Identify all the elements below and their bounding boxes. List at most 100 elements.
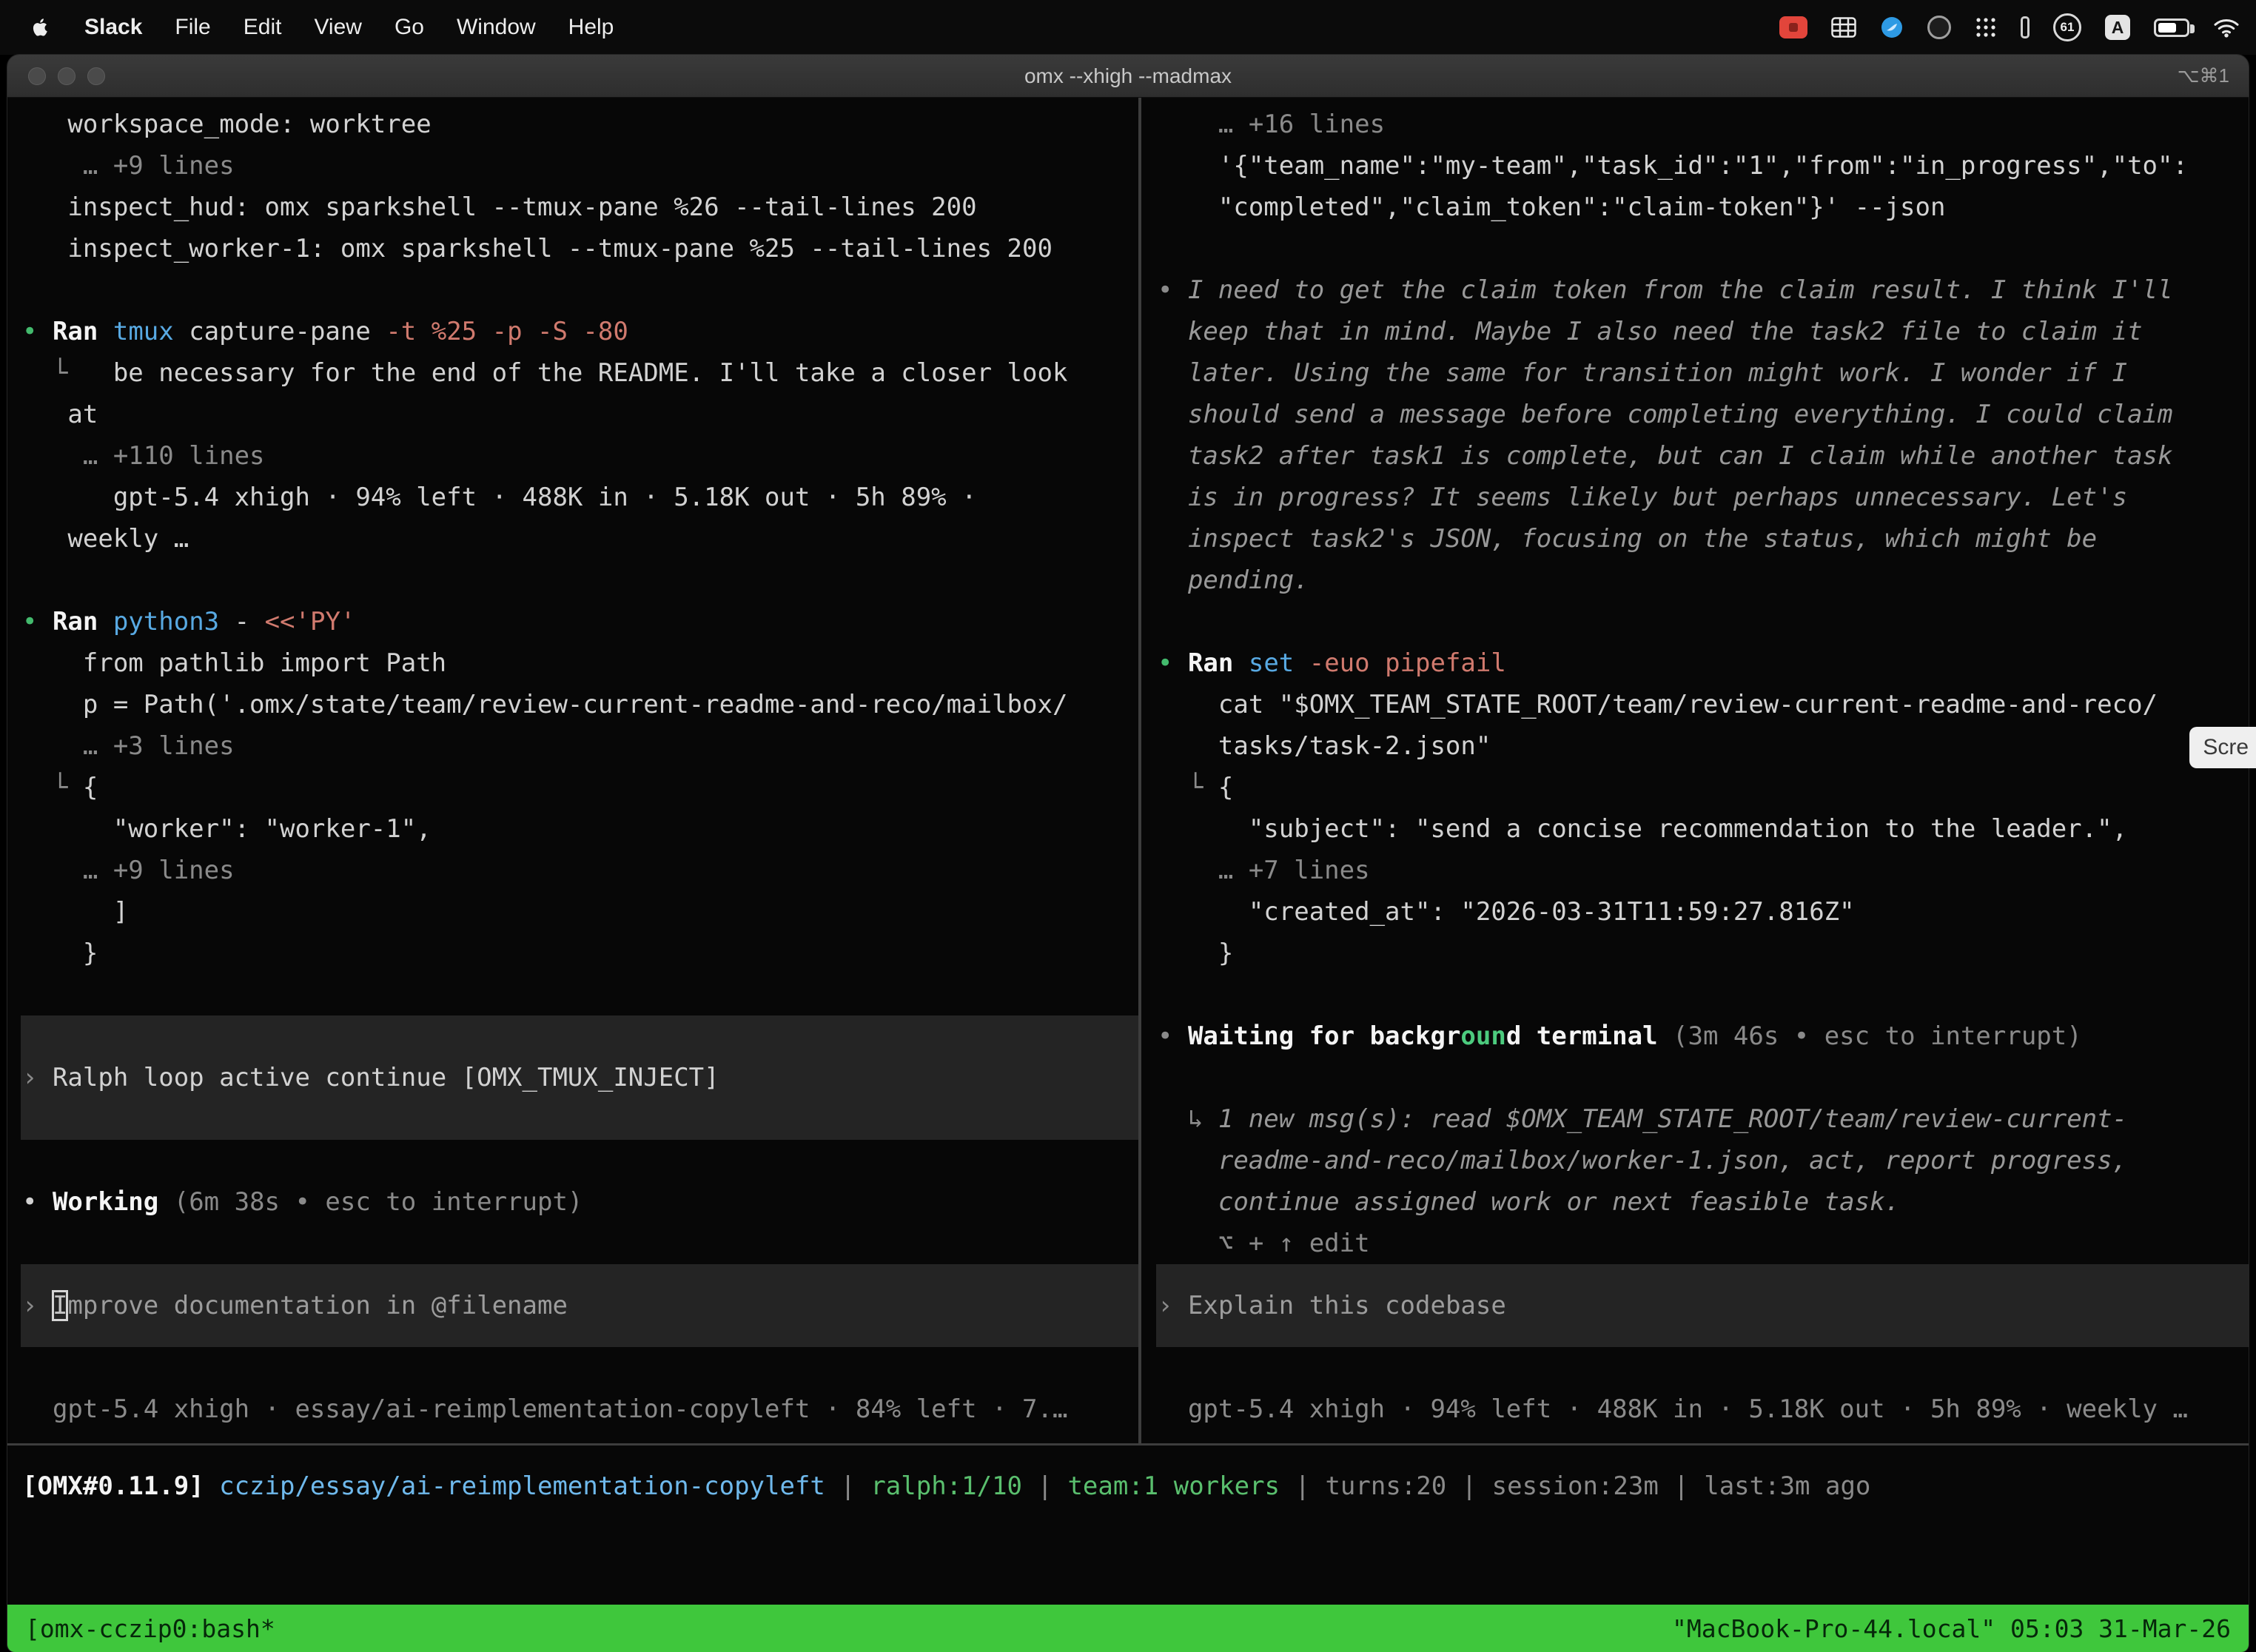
terminal-line xyxy=(1156,601,2249,642)
terminal-line: ↳ 1 new msg(s): read $OMX_TEAM_STATE_ROO… xyxy=(1156,1098,2249,1140)
stop-icon xyxy=(1789,23,1798,32)
terminal-line xyxy=(1156,1326,2249,1347)
close-button[interactable] xyxy=(28,67,46,85)
terminal-line: cat "$OMX_TEAM_STATE_ROOT/team/review-cu… xyxy=(1156,684,2249,725)
terminal-line: … +3 lines xyxy=(21,725,1138,767)
terminal-line xyxy=(21,1264,1138,1285)
tmux-status-bar: [omx-cczip0:bash* "MacBook-Pro-44.local"… xyxy=(7,1605,2249,1652)
terminal-line: gpt-5.4 xhigh · 94% left · 488K in · 5.1… xyxy=(1156,1389,2249,1430)
terminal-line: ] xyxy=(21,891,1138,933)
terminal-line xyxy=(21,1347,1138,1389)
menu-item-window[interactable]: Window xyxy=(457,15,536,40)
screen-recording-indicator-icon[interactable] xyxy=(1779,16,1807,38)
tmux-session: workspace_mode: worktree … +9 lines insp… xyxy=(7,98,2249,1652)
terminal-line: inspect_worker-1: omx sparkshell --tmux-… xyxy=(21,228,1138,269)
terminal-line: workspace_mode: worktree xyxy=(21,104,1138,145)
terminal-line: should send a message before completing … xyxy=(1156,394,2249,435)
menu-item-file[interactable]: File xyxy=(175,15,210,40)
terminal-line xyxy=(21,1140,1138,1181)
tmux-pane-right[interactable]: … +16 lines '{"team_name":"my-team","tas… xyxy=(1143,98,2249,1443)
wifi-icon[interactable] xyxy=(2213,17,2240,38)
terminal-line: … +9 lines xyxy=(21,145,1138,187)
terminal-line xyxy=(21,269,1138,311)
terminal-line: • Ran python3 - <<'PY' xyxy=(21,601,1138,642)
terminal-line: › Improve documentation in @filename xyxy=(21,1285,1138,1326)
battery-level xyxy=(2158,23,2176,33)
tmux-session-window-label: [omx-cczip0:bash* xyxy=(25,1614,275,1643)
tmux-pane-left[interactable]: workspace_mode: worktree … +9 lines insp… xyxy=(7,98,1138,1443)
omx-hud-statusline: [OMX#0.11.9] cczip/essay/ai-reimplementa… xyxy=(22,1465,2249,1507)
terminal-line: └ { xyxy=(21,767,1138,808)
terminal-line: '{"team_name":"my-team","task_id":"1","f… xyxy=(1156,145,2249,187)
terminal-line: "completed","claim_token":"claim-token"}… xyxy=(1156,187,2249,228)
menu-bar: Slack File Edit View Go Window Help 61 A xyxy=(0,0,2256,55)
terminal-line: keep that in mind. Maybe I also need the… xyxy=(1156,311,2249,352)
battery-gauge-icon[interactable]: 61 xyxy=(2053,13,2081,41)
terminal-line xyxy=(21,560,1138,601)
terminal-line: weekly … xyxy=(21,518,1138,560)
disc-icon[interactable] xyxy=(1927,16,1951,39)
active-app-menu[interactable]: Slack xyxy=(84,15,142,40)
terminal-line: inspect_hud: omx sparkshell --tmux-pane … xyxy=(21,187,1138,228)
terminal-line: readme-and-reco/mailbox/worker-1.json, a… xyxy=(1156,1140,2249,1181)
window-titlebar: omx --xhigh --madmax ⌥⌘1 xyxy=(7,55,2249,98)
terminal-line xyxy=(1156,1264,2249,1285)
terminal-line: • Waiting for background terminal (3m 46… xyxy=(1156,1015,2249,1057)
terminal-line: › Ralph loop active continue [OMX_TMUX_I… xyxy=(21,1057,1138,1098)
terminal-line xyxy=(21,1223,1138,1264)
terminal-line: └ be necessary for the end of the README… xyxy=(21,352,1138,394)
terminal-line xyxy=(21,1015,1138,1057)
terminal-line xyxy=(1156,1057,2249,1098)
terminal-line: gpt-5.4 xhigh · essay/ai-reimplementatio… xyxy=(21,1389,1138,1430)
terminal-line: • I need to get the claim token from the… xyxy=(1156,269,2249,311)
battery-icon[interactable] xyxy=(2154,19,2189,37)
pane-divider[interactable] xyxy=(1138,98,1141,1443)
terminal-line: … +9 lines xyxy=(21,850,1138,891)
blue-app-icon[interactable] xyxy=(1880,16,1904,39)
terminal-line: "created_at": "2026-03-31T11:59:27.816Z" xyxy=(1156,891,2249,933)
terminal-line xyxy=(21,1326,1138,1347)
terminal-line xyxy=(1156,228,2249,269)
apple-menu-icon[interactable] xyxy=(30,14,52,41)
terminal-line: … +7 lines xyxy=(1156,850,2249,891)
terminal-line: } xyxy=(1156,933,2249,974)
terminal-line: └ { xyxy=(1156,767,2249,808)
terminal-line: … +16 lines xyxy=(1156,104,2249,145)
terminal-line: gpt-5.4 xhigh · 94% left · 488K in · 5.1… xyxy=(21,477,1138,518)
window-title: omx --xhigh --madmax xyxy=(1024,64,1232,88)
terminal-line: • Ran tmux capture-pane -t %25 -p -S -80 xyxy=(21,311,1138,352)
terminal-line: pending. xyxy=(1156,560,2249,601)
terminal-line: • Ran set -euo pipefail xyxy=(1156,642,2249,684)
terminal-line: "subject": "send a concise recommendatio… xyxy=(1156,808,2249,850)
window-shortcut-hint: ⌥⌘1 xyxy=(2178,64,2229,87)
pane-border-horizontal xyxy=(7,1443,2249,1446)
menu-item-edit[interactable]: Edit xyxy=(244,15,282,40)
app-grid-icon[interactable] xyxy=(1975,16,1997,38)
terminal-line xyxy=(1156,974,2249,1015)
terminal-line: p = Path('.omx/state/team/review-current… xyxy=(21,684,1138,725)
terminal-line: › Explain this codebase xyxy=(1156,1285,2249,1326)
menu-item-view[interactable]: View xyxy=(314,15,361,40)
terminal-line: at xyxy=(21,394,1138,435)
battery-cap xyxy=(2190,24,2195,33)
screen-share-popup-text: Scre xyxy=(2203,735,2249,760)
terminal-line: later. Using the same for transition mig… xyxy=(1156,352,2249,394)
zoom-button[interactable] xyxy=(87,67,105,85)
grid-icon[interactable] xyxy=(1831,17,1856,38)
menu-item-help[interactable]: Help xyxy=(568,15,614,40)
terminal-line: continue assigned work or next feasible … xyxy=(1156,1181,2249,1223)
terminal-line: inspect task2's JSON, focusing on the st… xyxy=(1156,518,2249,560)
terminal-line: } xyxy=(21,933,1138,974)
slim-app-icon[interactable] xyxy=(2021,16,2030,38)
battery-gauge-value: 61 xyxy=(2061,20,2075,35)
screen-share-popup[interactable]: Scre xyxy=(2189,727,2256,768)
terminal-line: is in progress? It seems likely but perh… xyxy=(1156,477,2249,518)
terminal-line xyxy=(21,1098,1138,1140)
minimize-button[interactable] xyxy=(58,67,75,85)
terminal-line: from pathlib import Path xyxy=(21,642,1138,684)
terminal-line: task2 after task1 is complete, but can I… xyxy=(1156,435,2249,477)
tmux-host-clock-label: "MacBook-Pro-44.local" 05:03 31-Mar-26 xyxy=(1672,1614,2231,1643)
input-source-icon[interactable]: A xyxy=(2105,15,2130,40)
menu-item-go[interactable]: Go xyxy=(395,15,424,40)
terminal-window: omx --xhigh --madmax ⌥⌘1 workspace_mode:… xyxy=(7,55,2249,1652)
